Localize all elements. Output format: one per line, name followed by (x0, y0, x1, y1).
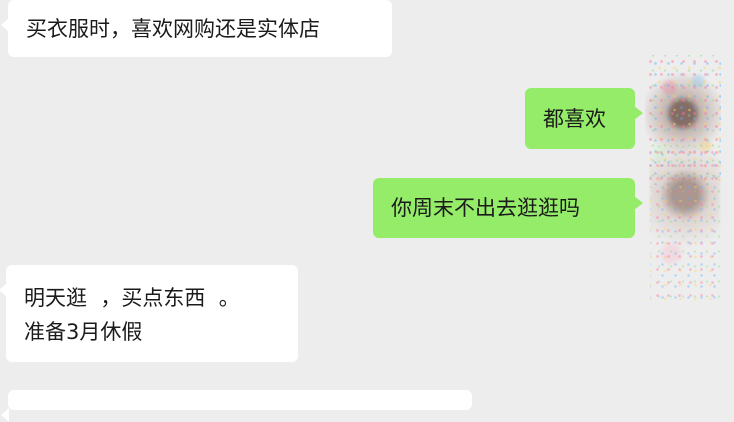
chat-conversation: 买衣服时，喜欢网购还是实体店 都喜欢 你周末不出去逛逛吗 明天逛 ，买点东西 。… (0, 0, 734, 422)
contact-avatar-pattern (650, 145, 720, 300)
incoming-message-bubble[interactable]: 买衣服时，喜欢网购还是实体店 (1, 0, 392, 57)
incoming-message-bubble[interactable]: 明天逛 ，买点东西 。 准备3月休假 (0, 265, 298, 362)
outgoing-message-bubble[interactable]: 都喜欢 (525, 88, 643, 149)
outgoing-message-bubble[interactable]: 你周末不出去逛逛吗 (373, 178, 643, 238)
incoming-message-bubble-partial[interactable] (1, 390, 472, 422)
